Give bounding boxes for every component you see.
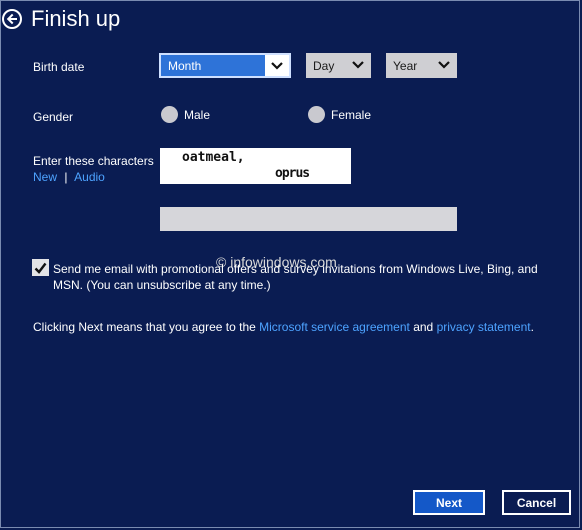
radio-label: Female <box>331 107 372 122</box>
promo-email-checkbox[interactable] <box>32 259 49 276</box>
radio-circle <box>308 106 325 123</box>
chevron-down-icon <box>271 61 283 70</box>
captcha-audio-link[interactable]: Audio <box>74 170 105 184</box>
birth-date-label: Birth date <box>33 60 85 74</box>
captcha-word: oatmeal, <box>182 150 245 165</box>
link-separator: | <box>64 170 68 184</box>
service-agreement-link[interactable]: Microsoft service agreement <box>259 320 410 334</box>
captcha-label: Enter these characters <box>33 154 154 168</box>
radio-label: Male <box>184 107 211 122</box>
gender-label: Gender <box>33 110 74 124</box>
cancel-button[interactable]: Cancel <box>502 490 571 515</box>
month-select-value: Month <box>168 58 202 73</box>
captcha-links: New | Audio <box>33 170 105 184</box>
back-arrow-icon <box>6 13 17 25</box>
back-button[interactable] <box>2 9 22 29</box>
radio-circle <box>161 106 178 123</box>
day-select[interactable]: Day <box>306 53 371 78</box>
chevron-down-icon <box>352 61 364 69</box>
privacy-statement-link[interactable]: privacy statement <box>437 320 531 334</box>
year-select-value: Year <box>393 58 418 73</box>
captcha-image: oatmeal, oprus <box>160 148 351 184</box>
captcha-word: oprus <box>275 166 310 181</box>
page-title: Finish up <box>31 6 121 31</box>
day-select-value: Day <box>313 58 335 73</box>
gender-radio-female[interactable]: Female <box>308 106 371 123</box>
gender-radio-male[interactable]: Male <box>161 106 210 123</box>
next-button[interactable]: Next <box>413 490 485 515</box>
chevron-down-icon <box>438 61 450 69</box>
captcha-input[interactable] <box>160 207 457 231</box>
year-select[interactable]: Year <box>386 53 457 78</box>
promo-email-text: Send me email with promotional offers an… <box>53 262 538 292</box>
agreement-text: Clicking Next means that you agree to th… <box>33 320 534 334</box>
captcha-new-link[interactable]: New <box>33 170 57 184</box>
month-select[interactable]: Month <box>159 53 291 78</box>
checkmark-icon <box>34 262 47 274</box>
